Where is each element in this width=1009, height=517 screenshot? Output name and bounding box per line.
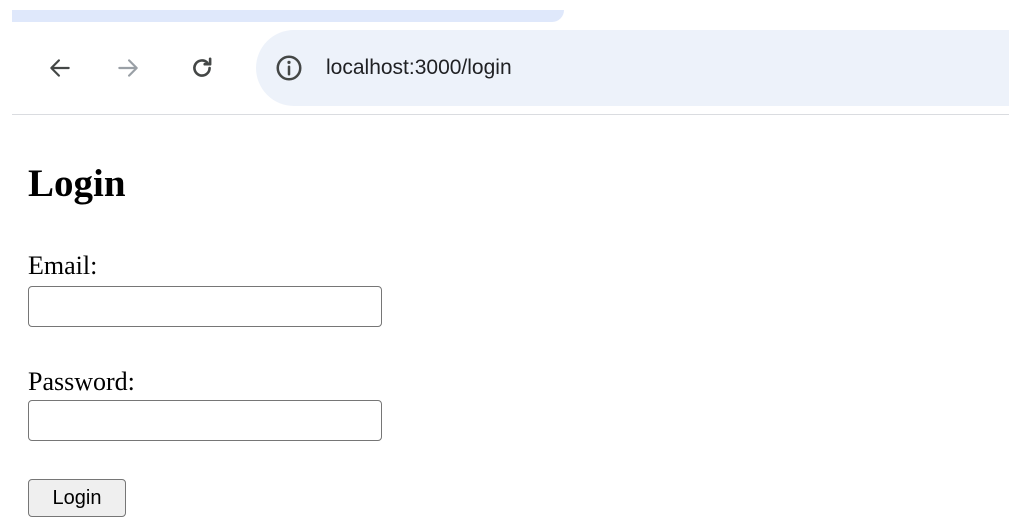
tab-strip bbox=[12, 10, 564, 22]
arrow-right-icon bbox=[118, 59, 138, 77]
forward-button[interactable] bbox=[110, 50, 146, 86]
back-button[interactable] bbox=[42, 50, 78, 86]
address-bar[interactable]: localhost:3000/login bbox=[256, 30, 1009, 106]
login-page: Login Email: Password: Login bbox=[0, 117, 1009, 517]
browser-chrome: localhost:3000/login bbox=[0, 0, 1009, 116]
url-text[interactable]: localhost:3000/login bbox=[326, 54, 512, 82]
password-label: Password: bbox=[28, 367, 135, 396]
reload-button[interactable] bbox=[184, 50, 220, 86]
login-button[interactable]: Login bbox=[28, 479, 126, 517]
info-icon[interactable] bbox=[274, 53, 304, 83]
password-field[interactable] bbox=[28, 400, 382, 441]
email-label: Email: bbox=[28, 251, 98, 280]
reload-icon bbox=[193, 57, 212, 77]
email-field[interactable] bbox=[28, 286, 382, 327]
browser-toolbar: localhost:3000/login bbox=[12, 22, 1009, 115]
arrow-left-icon bbox=[50, 59, 70, 77]
page-title: Login bbox=[28, 162, 126, 205]
